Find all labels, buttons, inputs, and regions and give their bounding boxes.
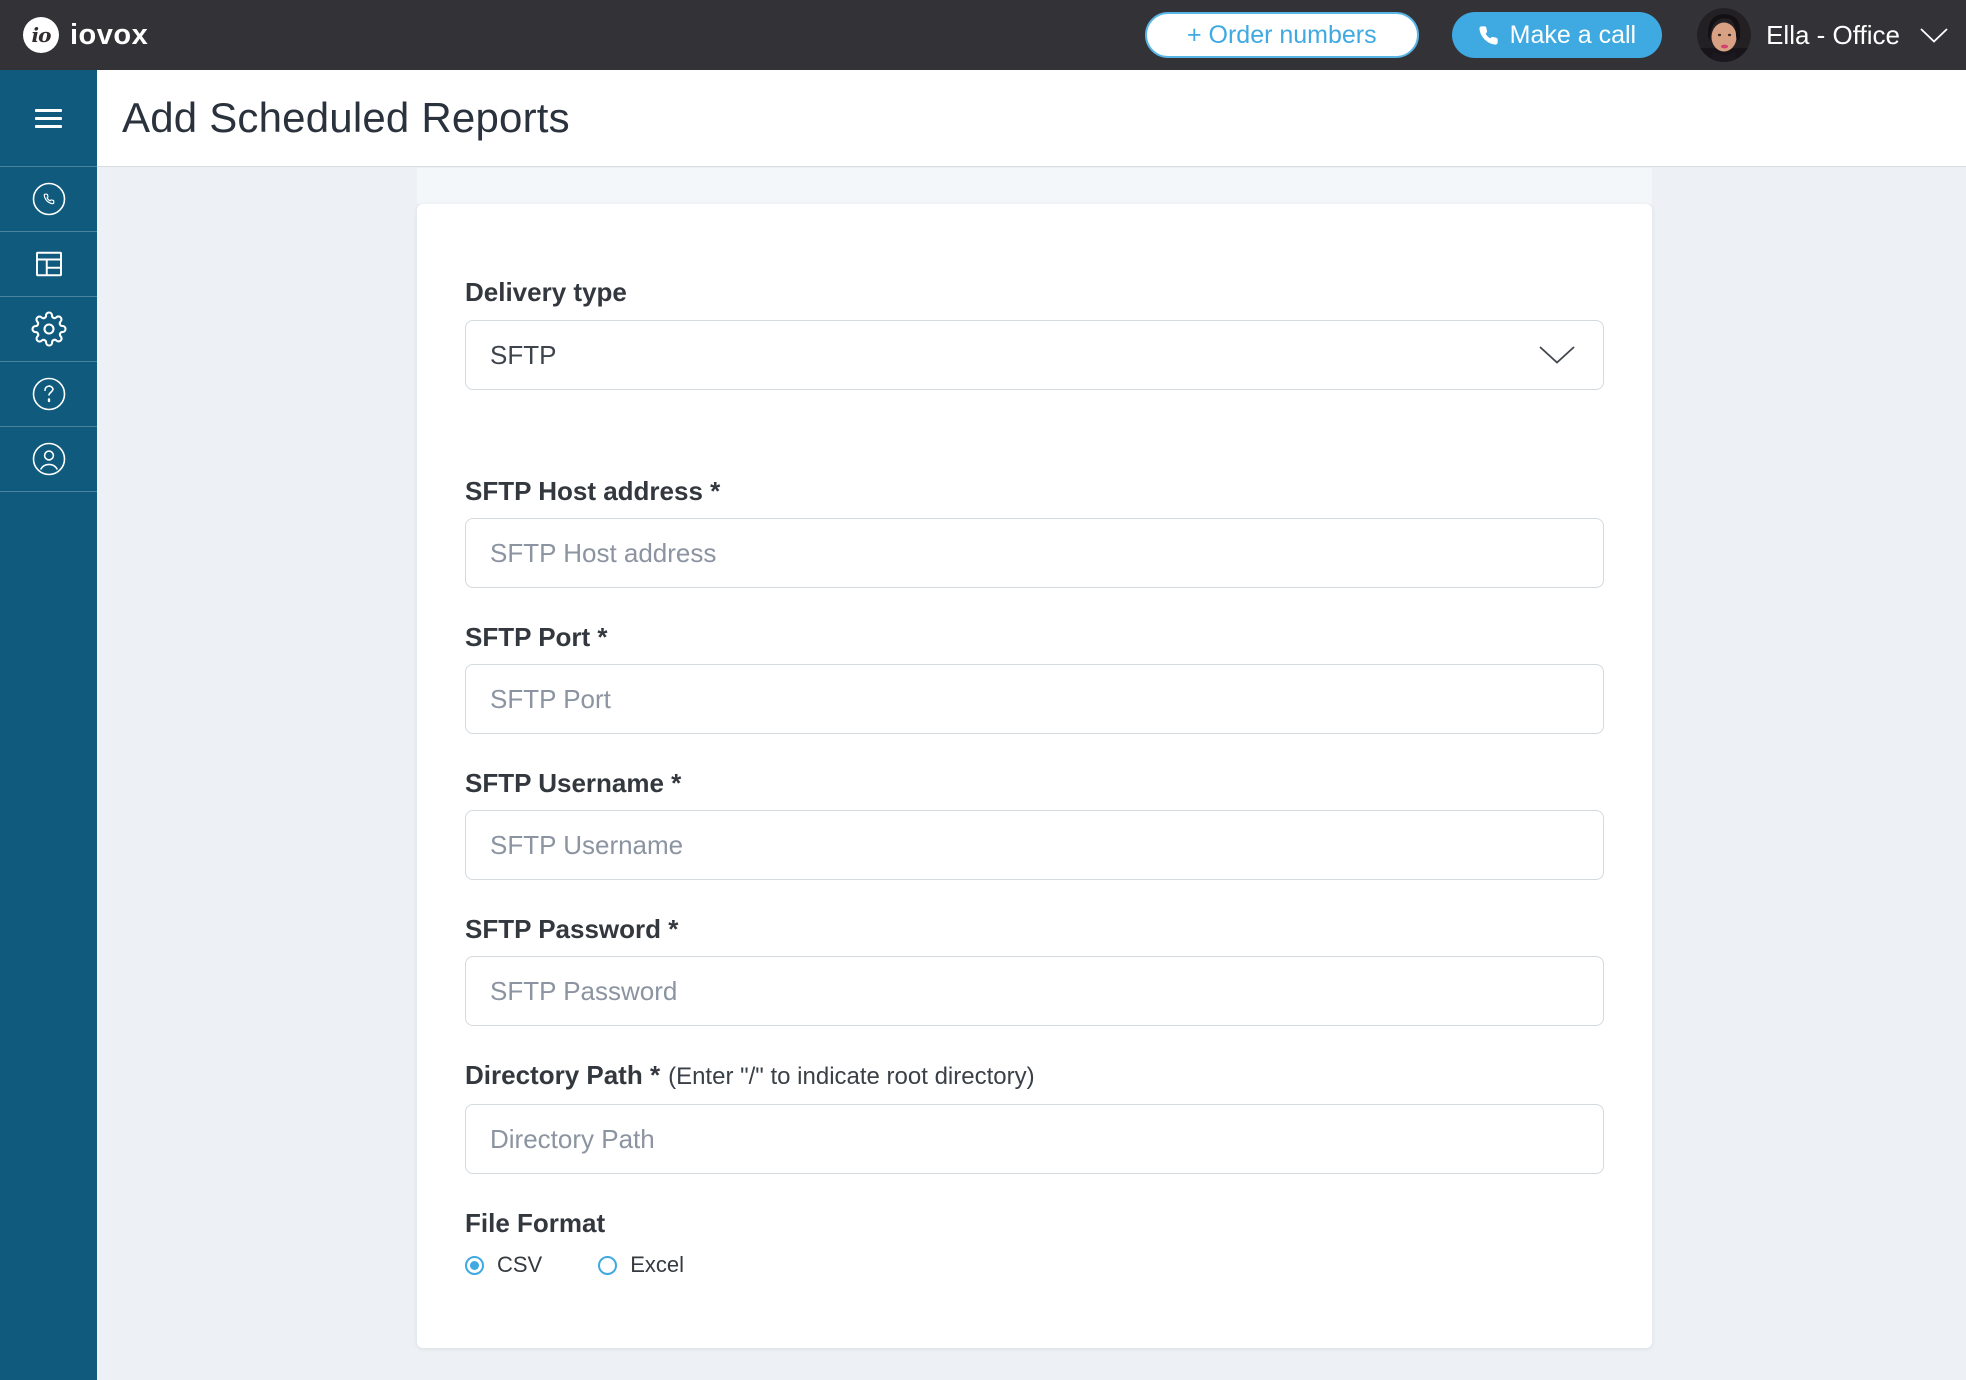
- radio-excel-icon[interactable]: [598, 1256, 617, 1275]
- settings-icon: [31, 311, 67, 347]
- file-format-label: File Format: [465, 1208, 1604, 1238]
- sidebar-item-reports[interactable]: [0, 232, 97, 297]
- delivery-type-label: Delivery type: [465, 277, 1604, 307]
- avatar[interactable]: [1697, 8, 1751, 62]
- menu-icon: [35, 104, 62, 133]
- section-top-strip: [417, 168, 1652, 204]
- sidebar-item-account[interactable]: [0, 427, 97, 492]
- radio-csv-icon[interactable]: [465, 1256, 484, 1275]
- field-group-directory-path: Directory Path * (Enter "/" to indicate r…: [465, 1060, 1604, 1174]
- sidebar-item-help[interactable]: [0, 362, 97, 427]
- sftp-host-input[interactable]: [465, 518, 1604, 588]
- user-menu-chevron-down-icon[interactable]: [1920, 28, 1948, 43]
- sftp-username-input[interactable]: [465, 810, 1604, 880]
- radio-excel-label: Excel: [630, 1252, 684, 1278]
- user-name[interactable]: Ella - Office: [1766, 20, 1900, 51]
- account-icon: [32, 442, 66, 476]
- layout-icon: [31, 246, 67, 282]
- sftp-password-input[interactable]: [465, 956, 1604, 1026]
- phone-icon: [1478, 25, 1499, 46]
- field-group-sftp-host: SFTP Host address *: [465, 476, 1604, 588]
- chevron-down-icon: [1539, 346, 1575, 364]
- radio-option-csv[interactable]: CSV: [465, 1252, 542, 1278]
- sftp-username-label: SFTP Username *: [465, 768, 1604, 798]
- delivery-type-select[interactable]: SFTP: [465, 320, 1604, 390]
- directory-path-input[interactable]: [465, 1104, 1604, 1174]
- brand-monogram-icon: io: [23, 17, 59, 53]
- radio-option-excel[interactable]: Excel: [598, 1252, 684, 1278]
- scheduled-report-form-card: Delivery type SFTP SFTP Host address * S…: [417, 204, 1652, 1348]
- sftp-password-label: SFTP Password *: [465, 914, 1604, 944]
- sftp-port-label: SFTP Port *: [465, 622, 1604, 652]
- delivery-type-value: SFTP: [490, 340, 556, 371]
- field-group-delivery-type: Delivery type SFTP: [465, 277, 1604, 390]
- directory-path-hint: (Enter "/" to indicate root directory): [668, 1063, 1035, 1090]
- file-format-radio-group: CSV Excel: [465, 1252, 1604, 1278]
- content-area: Delivery type SFTP SFTP Host address * S…: [97, 168, 1966, 1380]
- page-title: Add Scheduled Reports: [122, 94, 570, 142]
- directory-path-label: Directory Path * (Enter "/" to indicate r…: [465, 1060, 1604, 1092]
- field-group-sftp-port: SFTP Port *: [465, 622, 1604, 734]
- field-group-file-format: File Format CSV Excel: [465, 1208, 1604, 1278]
- sidebar-item-calls[interactable]: [0, 167, 97, 232]
- brand-name: iovox: [70, 19, 148, 52]
- brand-monogram: io: [32, 23, 51, 47]
- order-numbers-button[interactable]: + Order numbers: [1145, 12, 1419, 58]
- sftp-port-input[interactable]: [465, 664, 1604, 734]
- field-group-sftp-password: SFTP Password *: [465, 914, 1604, 1026]
- sidebar-item-settings[interactable]: [0, 297, 97, 362]
- directory-path-label-text: Directory Path *: [465, 1060, 660, 1090]
- menu-toggle-button[interactable]: [0, 70, 97, 167]
- phone-circle-icon: [32, 182, 66, 216]
- title-band: Add Scheduled Reports: [97, 70, 1966, 167]
- top-bar: io iovox + Order numbers Make a call: [0, 0, 1966, 70]
- help-icon: [32, 377, 66, 411]
- sftp-host-label: SFTP Host address *: [465, 476, 1604, 506]
- avatar-photo: [1697, 8, 1751, 62]
- field-group-sftp-username: SFTP Username *: [465, 768, 1604, 880]
- make-call-label: Make a call: [1510, 21, 1636, 50]
- radio-csv-label: CSV: [497, 1252, 542, 1278]
- make-call-button[interactable]: Make a call: [1452, 12, 1662, 58]
- brand-logo[interactable]: io iovox: [23, 17, 148, 53]
- sidebar: [0, 70, 97, 1380]
